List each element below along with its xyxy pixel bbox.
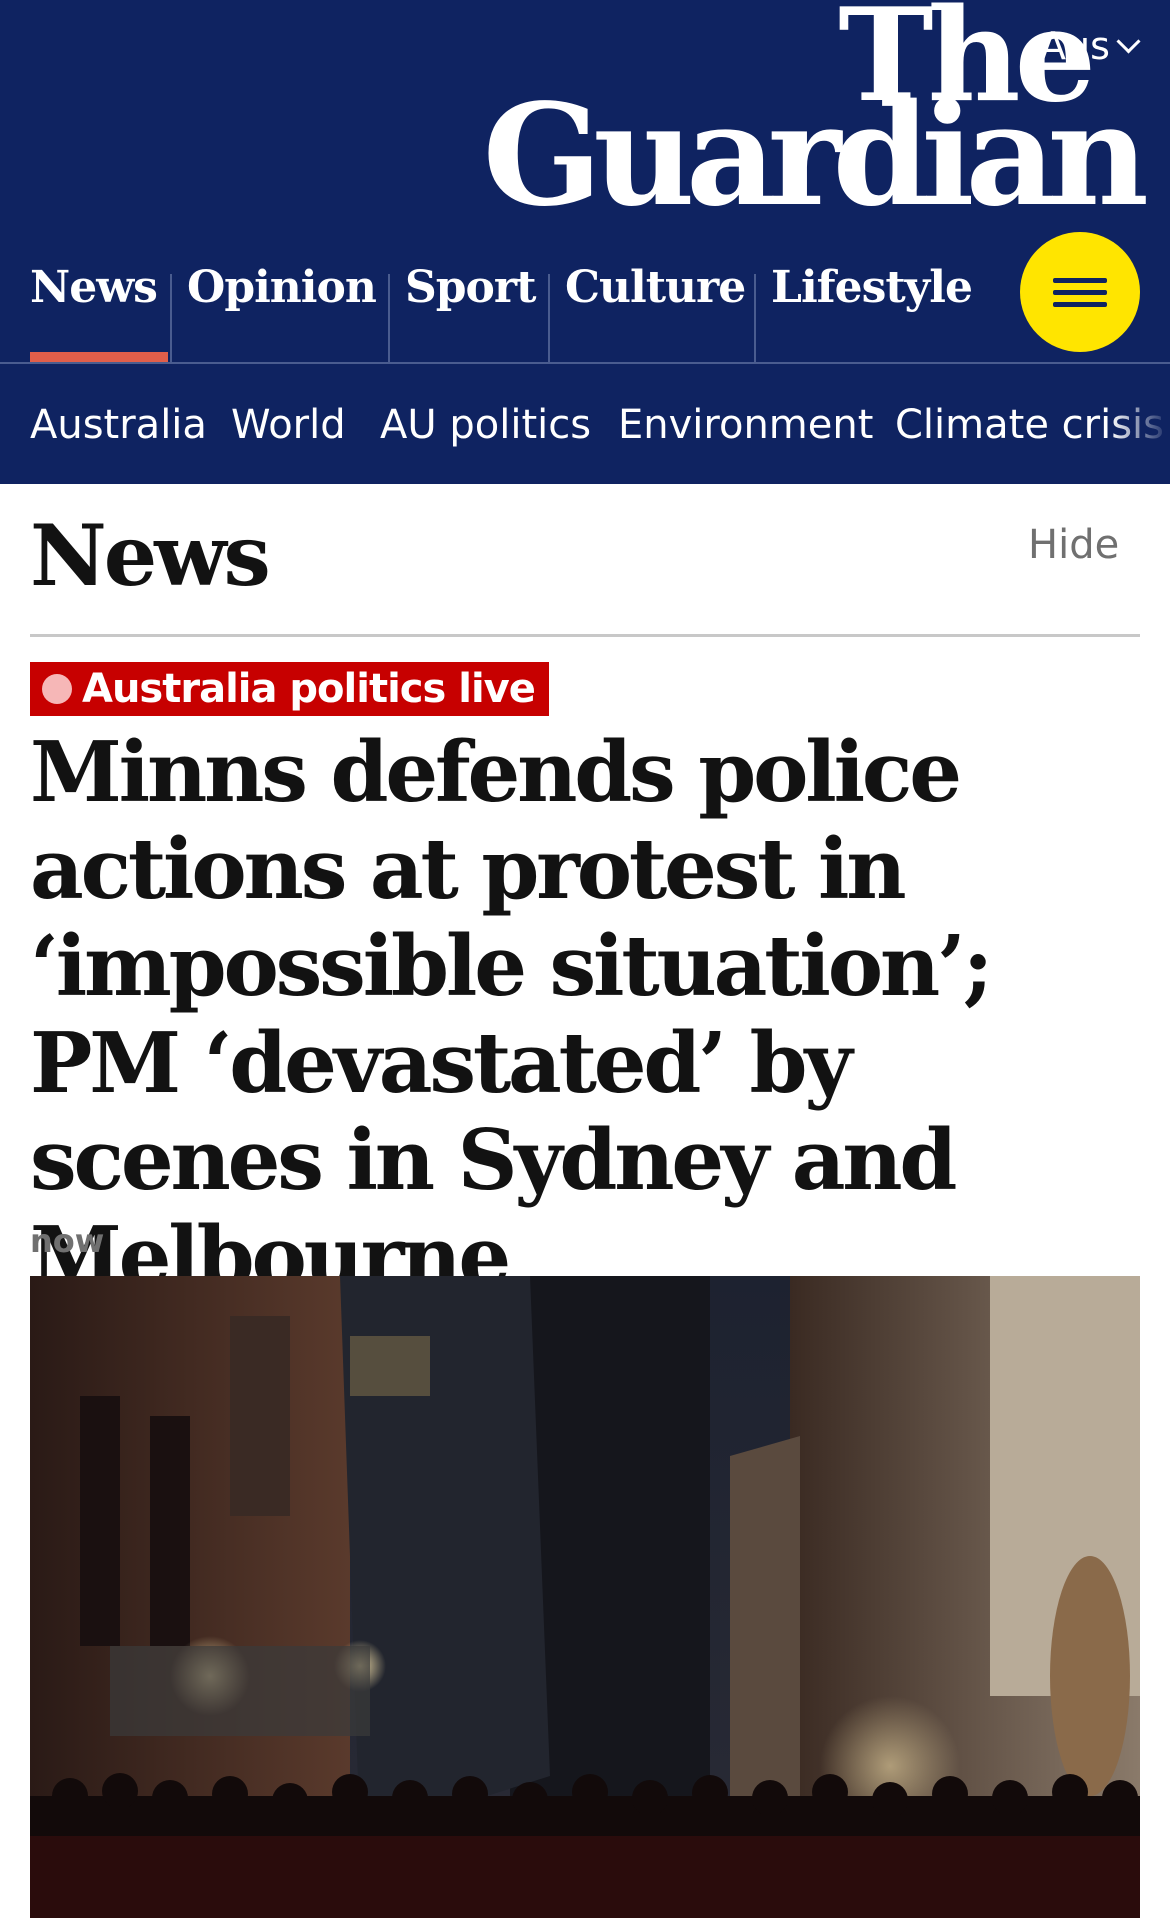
hamburger-icon [1053, 278, 1107, 283]
pillar-label: Lifestyle [771, 262, 973, 313]
article-timestamp: now [30, 1222, 105, 1260]
menu-button[interactable] [1020, 232, 1140, 352]
pillar-divider [388, 274, 390, 362]
article-headline[interactable]: Minns defends police actions at protest … [30, 724, 1150, 1306]
pillar-label: News [30, 262, 158, 313]
subnav-fade [1110, 364, 1170, 484]
active-pillar-indicator [30, 352, 168, 362]
subnav-au-politics[interactable]: AU politics [380, 402, 591, 448]
pillar-news[interactable]: News [30, 256, 170, 362]
subnav: Australia World AU politics Environment … [0, 364, 1170, 484]
pillar-opinion[interactable]: Opinion [170, 256, 377, 362]
pillar-divider [754, 274, 756, 362]
pillar-culture[interactable]: Culture [548, 256, 746, 362]
subnav-australia[interactable]: Australia [30, 402, 207, 448]
hamburger-icon-bar [1053, 290, 1107, 295]
logo-line-guardian: Guardian [482, 74, 1149, 238]
street-night-photo [30, 1276, 1140, 1918]
guardian-logo[interactable]: The Guardian [483, 0, 1149, 226]
live-dot-icon [42, 674, 72, 704]
article-image[interactable] [30, 1276, 1140, 1918]
subnav-world[interactable]: World [231, 402, 346, 448]
subnav-environment[interactable]: Environment [618, 402, 873, 448]
pillar-sport[interactable]: Sport [388, 256, 536, 362]
section-rule [30, 634, 1140, 637]
section-title: News [30, 506, 271, 605]
pillar-label: Sport [405, 262, 536, 313]
pillar-divider [548, 274, 550, 362]
pillar-lifestyle[interactable]: Lifestyle [754, 256, 973, 362]
kicker-label: Australia politics live [82, 666, 536, 712]
hamburger-icon-bar [1053, 302, 1107, 307]
site-header: Aus The Guardian News Opinion Sport Cult… [0, 0, 1170, 484]
pillar-nav: News Opinion Sport Culture Lifestyle [0, 256, 1170, 362]
live-kicker-badge[interactable]: Australia politics live [30, 662, 549, 716]
pillar-label: Culture [565, 262, 746, 313]
pillar-label: Opinion [187, 262, 377, 313]
pillar-divider [170, 274, 172, 362]
hide-button[interactable]: Hide [1028, 522, 1119, 568]
